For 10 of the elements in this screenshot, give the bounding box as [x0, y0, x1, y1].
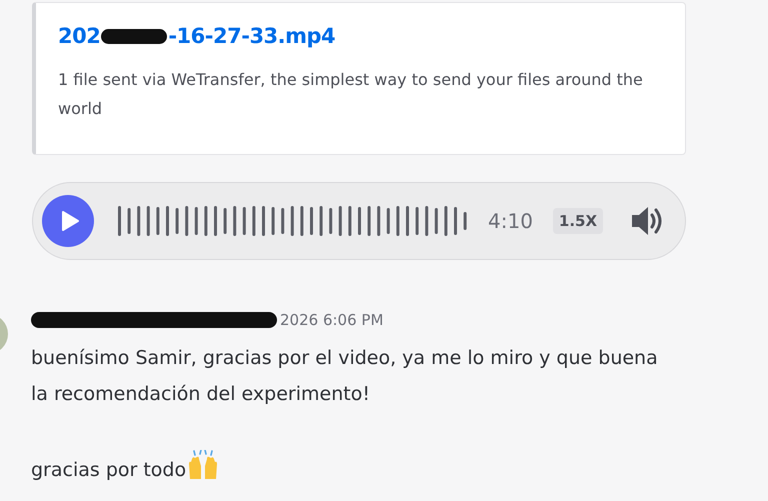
playback-speed-button[interactable]: 1.5X: [552, 208, 604, 234]
duration-text: 4:10: [488, 209, 533, 233]
message-text: gracias por todo: [31, 450, 671, 488]
play-button[interactable]: [42, 195, 94, 247]
play-icon: [60, 210, 80, 232]
message-text: buenísimo Samir, gracias por el video, ya me lo miro y que buena la recomendación del experimento!: [31, 346, 659, 407]
file-link[interactable]: -16-27-33.mp4: [168, 24, 336, 48]
embed-description: 1 file sent via WeTransfer, the simplest way to send your files around the world: [58, 69, 644, 120]
message-timestamp: 2026 6:06 PM: [280, 311, 384, 329]
file-link[interactable]: 202: [58, 24, 100, 48]
